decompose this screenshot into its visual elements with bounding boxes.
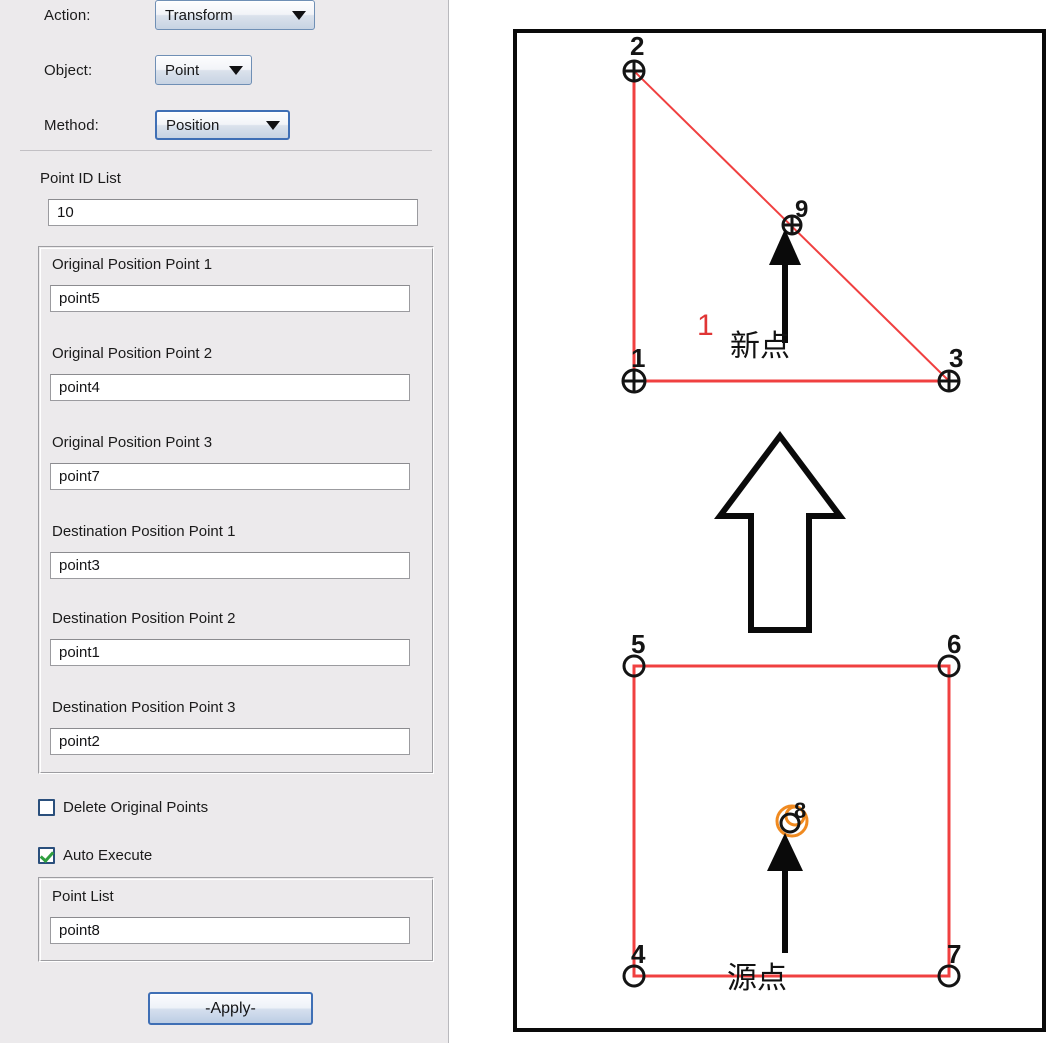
svg-text:2: 2 [630, 33, 644, 61]
vertex-marker-7: 7 [937, 939, 961, 988]
original-position-point-3-label: Original Position Point 3 [52, 434, 213, 451]
svg-text:3: 3 [949, 343, 963, 373]
object-label: Object: [44, 61, 93, 79]
object-dropdown[interactable]: Point [155, 55, 252, 85]
destination-position-point-3-value: point2 [59, 733, 100, 750]
svg-text:1: 1 [631, 343, 645, 373]
delete-original-points-checkbox[interactable]: Delete Original Points [38, 799, 208, 816]
source-point-annotation: 源点 [727, 961, 787, 996]
vertex-marker-2: 2 [622, 33, 646, 83]
geometry-drawing: 2 1 3 9 1 新点 5 6 4 7 8 源点 [621, 33, 963, 996]
point-id-list-value: 10 [57, 204, 74, 221]
new-point-marker: 9 [781, 196, 808, 236]
point-id-list-label: Point ID List [40, 170, 121, 187]
destination-position-point-3-input[interactable]: point2 [50, 728, 410, 755]
original-position-point-1-value: point5 [59, 290, 100, 307]
original-position-point-1-label: Original Position Point 1 [52, 256, 213, 273]
svg-text:4: 4 [631, 939, 646, 969]
chevron-down-icon [292, 10, 306, 20]
original-position-point-2-value: point4 [59, 379, 100, 396]
apply-button[interactable]: -Apply- [148, 992, 313, 1025]
action-dropdown-value: Transform [165, 6, 233, 24]
destination-position-point-2-label: Destination Position Point 2 [52, 610, 236, 627]
checkbox-icon [38, 799, 55, 816]
method-dropdown-value: Position [166, 116, 220, 134]
svg-text:9: 9 [795, 196, 808, 223]
new-point-annotation: 新点 [730, 329, 790, 364]
face-label-1: 1 [697, 309, 714, 342]
checkmark-icon [38, 847, 55, 864]
svg-text:7: 7 [947, 939, 961, 969]
delete-original-points-label: Delete Original Points [63, 799, 209, 816]
original-position-point-3-input[interactable]: point7 [50, 463, 410, 490]
svg-text:5: 5 [631, 629, 645, 659]
chevron-down-icon [266, 120, 280, 130]
svg-text:6: 6 [947, 629, 961, 659]
action-label: Action: [44, 6, 91, 24]
source-point-arrow [767, 833, 803, 953]
object-dropdown-value: Point [165, 61, 200, 79]
destination-position-point-2-value: point1 [59, 644, 100, 661]
original-position-point-2-label: Original Position Point 2 [52, 345, 213, 362]
source-point-marker: 8 [775, 798, 809, 838]
point-list-input[interactable]: point8 [50, 917, 410, 944]
auto-execute-checkbox[interactable]: Auto Execute [38, 847, 152, 864]
method-dropdown[interactable]: Position [155, 110, 290, 140]
apply-button-label: -Apply- [205, 999, 256, 1017]
method-label: Method: [44, 116, 99, 134]
method-row: Method: [44, 110, 99, 140]
original-position-point-3-value: point7 [59, 468, 100, 485]
point-id-list-input[interactable]: 10 [48, 199, 418, 226]
action-row: Action: [44, 0, 91, 30]
destination-position-point-3-label: Destination Position Point 3 [52, 699, 236, 716]
vertex-marker-1: 1 [621, 343, 647, 394]
original-position-point-1-input[interactable]: point5 [50, 285, 410, 312]
point-list-value: point8 [59, 922, 100, 939]
svg-text:8: 8 [794, 798, 806, 823]
destination-position-point-1-input[interactable]: point3 [50, 552, 410, 579]
auto-execute-label: Auto Execute [63, 847, 153, 864]
square-shape [632, 664, 951, 978]
point-list-label: Point List [52, 888, 114, 905]
vertex-marker-4: 4 [622, 939, 646, 988]
section-divider [20, 150, 432, 151]
chevron-down-icon [229, 65, 243, 75]
destination-position-point-1-label: Destination Position Point 1 [52, 523, 236, 540]
transform-dialog-panel: Action: Transform Object: Point Method: … [0, 0, 449, 1043]
new-point-arrow [769, 229, 801, 343]
action-dropdown[interactable]: Transform [155, 0, 315, 30]
destination-position-point-1-value: point3 [59, 557, 100, 574]
position-group-box [38, 246, 434, 774]
object-row: Object: [44, 55, 92, 85]
vertex-marker-3: 3 [937, 343, 963, 393]
destination-position-point-2-input[interactable]: point1 [50, 639, 410, 666]
original-position-point-2-input[interactable]: point4 [50, 374, 410, 401]
transform-direction-arrow [714, 431, 846, 633]
graphics-canvas[interactable]: 2 1 3 9 1 新点 5 6 4 7 8 源点 [513, 29, 1046, 1032]
